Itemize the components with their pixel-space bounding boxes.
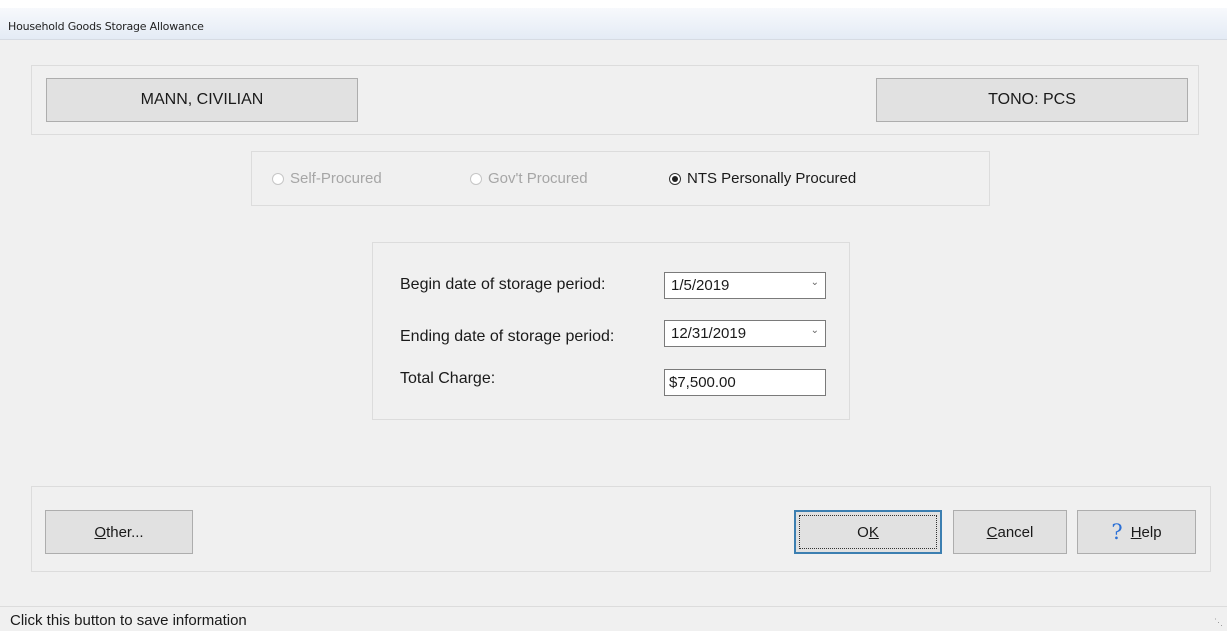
cancel-button-label: Cancel [986, 523, 1034, 541]
title-bar: Household Goods Storage Allowance [0, 8, 1227, 40]
help-icon: ? [1111, 520, 1123, 544]
status-bar: Click this button to save information ⋱ [0, 606, 1227, 631]
radio-button-icon [470, 172, 482, 185]
dialog-body: MANN, CIVILIAN TONO: PCS Self-Procured G… [0, 40, 1227, 606]
begin-date-picker[interactable]: 1/5/2019 ⌄ [664, 272, 826, 299]
radio-self-procured[interactable]: Self-Procured [272, 170, 382, 187]
radio-govt-procured[interactable]: Gov't Procured [470, 170, 588, 187]
cancel-button[interactable]: Cancel [953, 510, 1067, 554]
total-charge-input[interactable]: $7,500.00 [664, 369, 826, 396]
status-text: Click this button to save information [10, 612, 247, 629]
window-title: Household Goods Storage Allowance [8, 20, 204, 33]
member-name-button[interactable]: MANN, CIVILIAN [46, 78, 358, 122]
ok-button[interactable]: OK [794, 510, 942, 554]
radio-button-selected-icon [669, 172, 681, 185]
begin-date-value: 1/5/2019 [671, 277, 730, 294]
begin-date-label: Begin date of storage period: [400, 276, 606, 293]
help-button-label: Help [1130, 523, 1162, 541]
end-date-label: Ending date of storage period: [400, 328, 615, 345]
chevron-down-icon[interactable]: ⌄ [811, 325, 819, 336]
end-date-value: 12/31/2019 [671, 325, 747, 342]
radio-label: Gov't Procured [488, 170, 588, 187]
radio-nts-personally-procured[interactable]: NTS Personally Procured [669, 170, 856, 187]
radio-button-icon [272, 172, 284, 185]
radio-label: Self-Procured [290, 170, 382, 187]
total-charge-value: $7,500.00 [669, 374, 736, 391]
total-charge-label: Total Charge: [400, 370, 496, 387]
help-button[interactable]: ? Help [1077, 510, 1196, 554]
member-name-label: MANN, CIVILIAN [140, 91, 264, 108]
ok-button-label: OK [857, 523, 879, 541]
end-date-picker[interactable]: 12/31/2019 ⌄ [664, 320, 826, 347]
radio-label: NTS Personally Procured [687, 170, 857, 187]
other-button[interactable]: Other... [45, 510, 193, 554]
order-info-button[interactable]: TONO: PCS [876, 78, 1188, 122]
chevron-down-icon[interactable]: ⌄ [811, 277, 819, 288]
other-button-label: Other... [94, 523, 144, 541]
order-info-label: TONO: PCS [988, 91, 1076, 108]
resize-grip-icon[interactable]: ⋱ [1214, 617, 1223, 628]
